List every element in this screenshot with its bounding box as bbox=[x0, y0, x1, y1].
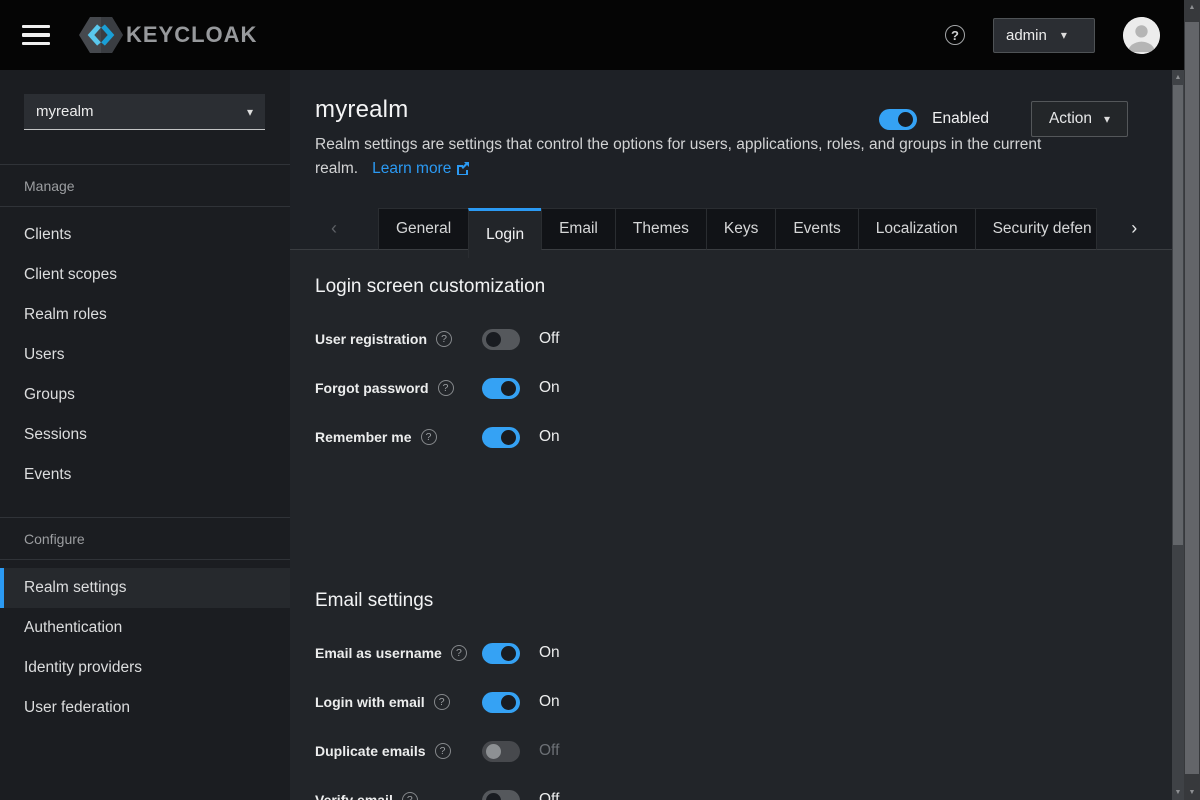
tab-email[interactable]: Email bbox=[541, 208, 615, 250]
field-label: Forgot password bbox=[315, 380, 429, 396]
tab-themes[interactable]: Themes bbox=[615, 208, 706, 250]
person-icon bbox=[1123, 17, 1160, 54]
page-description: Realm settings are settings that control… bbox=[315, 133, 1075, 181]
toggle-state-label: Off bbox=[539, 791, 559, 800]
keycloak-logo[interactable]: KEYCLOAK bbox=[78, 15, 257, 55]
login-tab-content: Login screen customization User registra… bbox=[290, 250, 1172, 800]
content-scrollbar[interactable]: ▲ ▼ bbox=[1172, 70, 1184, 800]
section-title-login-customization: Login screen customization bbox=[315, 276, 1172, 298]
sidebar-item-realm-roles[interactable]: Realm roles bbox=[0, 295, 290, 335]
form-row-email-as-username: Email as username ? On bbox=[315, 638, 1172, 668]
hamburger-menu-icon[interactable] bbox=[22, 25, 50, 45]
field-label: Login with email bbox=[315, 694, 425, 710]
external-link-icon bbox=[456, 161, 470, 175]
login-with-email-toggle[interactable] bbox=[482, 692, 520, 713]
question-circle-icon[interactable]: ? bbox=[421, 429, 437, 445]
sidebar-item-clients[interactable]: Clients bbox=[0, 215, 290, 255]
question-circle-icon[interactable]: ? bbox=[438, 380, 454, 396]
sidebar-item-identity-providers[interactable]: Identity providers bbox=[0, 648, 290, 688]
toggle-state-label: On bbox=[539, 379, 560, 397]
sidebar-item-user-federation[interactable]: User federation bbox=[0, 688, 290, 728]
sidebar-item-authentication[interactable]: Authentication bbox=[0, 608, 290, 648]
top-bar: KEYCLOAK ? admin ▾ bbox=[0, 0, 1200, 70]
scroll-up-icon[interactable]: ▲ bbox=[1172, 74, 1184, 81]
scroll-up-icon[interactable]: ▲ bbox=[1184, 4, 1200, 11]
field-label: Duplicate emails bbox=[315, 743, 426, 759]
field-label: Verify email bbox=[315, 792, 393, 800]
verify-email-toggle[interactable] bbox=[482, 790, 520, 800]
learn-more-link[interactable]: Learn more bbox=[372, 160, 470, 177]
learn-more-label: Learn more bbox=[372, 160, 451, 177]
tabs-scroll-left-button[interactable]: ‹ bbox=[290, 208, 378, 250]
field-label: Remember me bbox=[315, 429, 412, 445]
sidebar-item-events[interactable]: Events bbox=[0, 455, 290, 495]
section-title-email-settings: Email settings bbox=[315, 590, 1172, 612]
sidebar-item-client-scopes[interactable]: Client scopes bbox=[0, 255, 290, 295]
sidebar-item-users[interactable]: Users bbox=[0, 335, 290, 375]
form-row-remember-me: Remember me ? On bbox=[315, 422, 1172, 452]
question-circle-icon[interactable]: ? bbox=[402, 792, 418, 800]
toggle-state-label: Off bbox=[539, 742, 559, 760]
nav-group-manage-label: Manage bbox=[0, 165, 290, 206]
tab-login[interactable]: Login bbox=[468, 208, 541, 258]
caret-down-icon: ▾ bbox=[1104, 112, 1110, 126]
user-registration-toggle[interactable] bbox=[482, 329, 520, 350]
toggle-state-label: On bbox=[539, 693, 560, 711]
email-as-username-toggle[interactable] bbox=[482, 643, 520, 664]
user-menu-dropdown[interactable]: admin ▾ bbox=[993, 18, 1095, 53]
window-scrollbar-thumb[interactable] bbox=[1185, 22, 1199, 774]
tab-localization[interactable]: Localization bbox=[858, 208, 975, 250]
sidebar-item-realm-settings[interactable]: Realm settings bbox=[0, 568, 290, 608]
form-row-duplicate-emails: Duplicate emails ? Off bbox=[315, 736, 1172, 766]
duplicate-emails-toggle bbox=[482, 741, 520, 762]
remember-me-toggle[interactable] bbox=[482, 427, 520, 448]
content-scrollbar-thumb[interactable] bbox=[1173, 85, 1183, 545]
sidebar-item-groups[interactable]: Groups bbox=[0, 375, 290, 415]
sidebar: myrealm ▾ Manage Clients Client scopes R… bbox=[0, 70, 290, 800]
form-row-user-registration: User registration ? Off bbox=[315, 324, 1172, 354]
realm-selector-value: myrealm bbox=[36, 103, 94, 120]
tab-strip: ‹ General Login Email Themes Keys Events… bbox=[290, 208, 1172, 250]
tab-keys[interactable]: Keys bbox=[706, 208, 775, 250]
realm-enabled-toggle[interactable] bbox=[879, 109, 917, 130]
toggle-state-label: On bbox=[539, 644, 560, 662]
question-circle-icon[interactable]: ? bbox=[436, 331, 452, 347]
form-row-login-with-email: Login with email ? On bbox=[315, 687, 1172, 717]
tab-general[interactable]: General bbox=[378, 208, 468, 250]
question-circle-icon[interactable]: ? bbox=[435, 743, 451, 759]
field-label: Email as username bbox=[315, 645, 442, 661]
scroll-down-icon[interactable]: ▼ bbox=[1172, 789, 1184, 796]
field-label: User registration bbox=[315, 331, 427, 347]
keycloak-hexagon-icon bbox=[78, 15, 124, 55]
form-row-verify-email: Verify email ? Off bbox=[315, 785, 1172, 800]
forgot-password-toggle[interactable] bbox=[482, 378, 520, 399]
action-dropdown[interactable]: Action ▾ bbox=[1031, 101, 1128, 137]
tab-security-defenses[interactable]: Security defen bbox=[975, 208, 1097, 250]
realm-selector[interactable]: myrealm ▾ bbox=[24, 94, 265, 130]
window-scrollbar[interactable]: ▲ ▼ bbox=[1184, 0, 1200, 800]
help-icon[interactable]: ? bbox=[945, 25, 965, 45]
question-circle-icon[interactable]: ? bbox=[451, 645, 467, 661]
form-row-forgot-password: Forgot password ? On bbox=[315, 373, 1172, 403]
brand-name: KEYCLOAK bbox=[126, 22, 257, 48]
tabs-scroll-right-button[interactable]: › bbox=[1097, 208, 1172, 250]
user-menu-label: admin bbox=[1006, 27, 1047, 44]
caret-down-icon: ▾ bbox=[247, 105, 253, 119]
toggle-state-label: Off bbox=[539, 330, 559, 348]
main-panel: myrealm Realm settings are settings that… bbox=[290, 70, 1172, 800]
sidebar-item-sessions[interactable]: Sessions bbox=[0, 415, 290, 455]
nav-group-configure-label: Configure bbox=[0, 518, 290, 559]
tab-events[interactable]: Events bbox=[775, 208, 857, 250]
scroll-down-icon[interactable]: ▼ bbox=[1184, 789, 1200, 796]
toggle-state-label: On bbox=[539, 428, 560, 446]
avatar[interactable] bbox=[1123, 17, 1160, 54]
action-label: Action bbox=[1049, 110, 1092, 128]
caret-down-icon: ▾ bbox=[1061, 28, 1067, 42]
enabled-label: Enabled bbox=[932, 110, 989, 128]
page-header: myrealm Realm settings are settings that… bbox=[290, 70, 1172, 208]
question-circle-icon[interactable]: ? bbox=[434, 694, 450, 710]
